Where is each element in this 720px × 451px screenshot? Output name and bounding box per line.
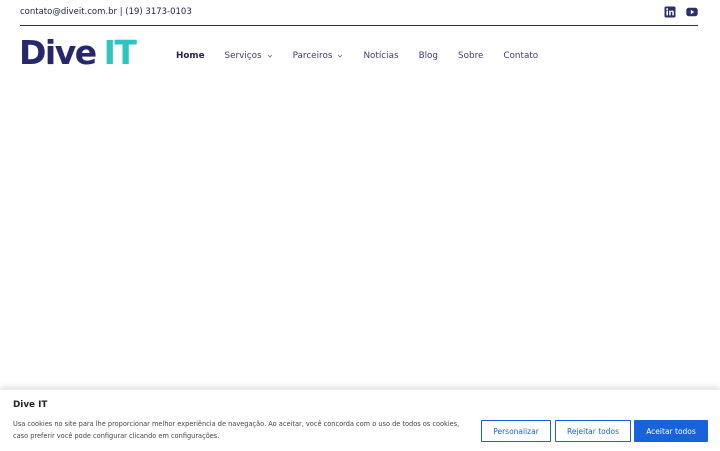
cookie-banner-description: Usa cookies no site para lhe proporciona…: [13, 420, 460, 440]
nav-servicos[interactable]: Serviços: [225, 51, 273, 61]
logo-text-dive: Dive: [19, 33, 97, 72]
nav-blog[interactable]: Blog: [419, 51, 438, 61]
main-nav: Home Serviços Parceiros Notícias Blog So…: [176, 49, 538, 63]
top-bar: contato@diveit.com.br | (19) 3173-0103: [20, 0, 698, 26]
nav-contato-label: Contato: [503, 51, 539, 61]
nav-noticias-label: Notícias: [363, 51, 399, 61]
nav-sobre[interactable]: Sobre: [458, 51, 483, 61]
nav-noticias[interactable]: Notícias: [363, 51, 398, 61]
contact-info: contato@diveit.com.br | (19) 3173-0103: [20, 7, 192, 17]
site-logo[interactable]: Dive IT: [19, 35, 149, 71]
nav-sobre-label: Sobre: [458, 51, 484, 61]
logo-text-it: IT: [103, 33, 137, 72]
chevron-down-icon: [338, 54, 343, 58]
nav-parceiros[interactable]: Parceiros: [293, 51, 344, 61]
nav-contato[interactable]: Contato: [503, 51, 538, 61]
reject-all-button[interactable]: Rejeitar todos: [555, 420, 631, 442]
nav-home-label: Home: [176, 51, 205, 61]
nav-home[interactable]: Home: [176, 51, 205, 61]
linkedin-icon[interactable]: [664, 6, 676, 18]
customize-button[interactable]: Personalizar: [481, 420, 551, 442]
social-links: [664, 6, 698, 18]
youtube-icon[interactable]: [686, 6, 698, 18]
nav-blog-label: Blog: [418, 51, 439, 61]
nav-servicos-label: Serviços: [224, 51, 262, 61]
accept-all-button[interactable]: Aceitar todos: [634, 420, 708, 442]
nav-parceiros-label: Parceiros: [292, 51, 333, 61]
chevron-down-icon: [267, 54, 272, 58]
cookie-banner-title: Dive IT: [13, 400, 48, 410]
cookie-banner: Dive IT Usa cookies no site para lhe pro…: [0, 389, 720, 451]
